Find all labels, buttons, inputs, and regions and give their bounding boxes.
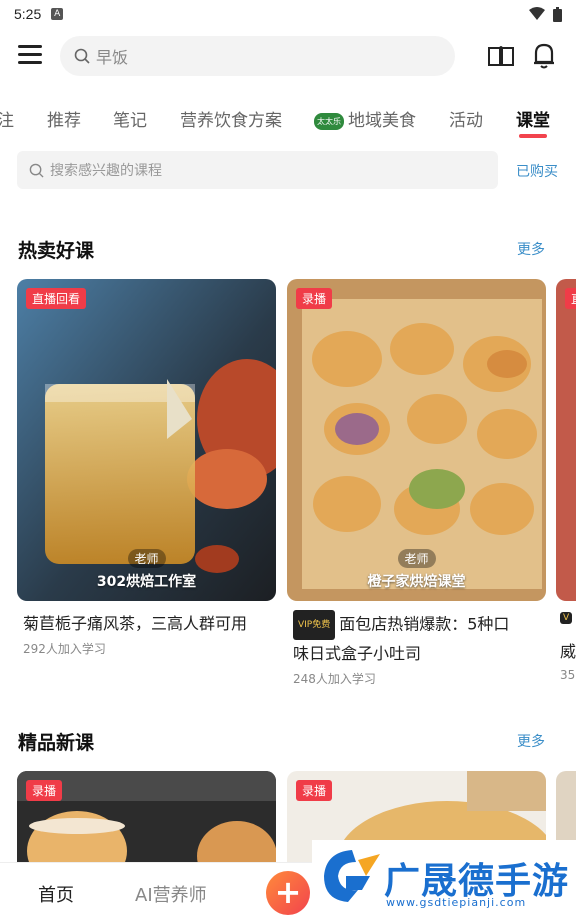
learner-count: 292人加入学习 [23,642,106,656]
tab-nutrition-plan[interactable]: 营养饮食方案 [180,106,282,131]
hot-courses-more[interactable]: 更多 [517,239,545,259]
menu-icon[interactable] [18,45,42,65]
search-placeholder: 早饭 [96,48,129,67]
course-card[interactable]: 直播回看 老师 302烘焙工作室 菊苣栀子痛风茶，三高人群可用 292人加入学习 [17,279,276,657]
teacher-badge: 老师 [397,549,436,568]
tab-notes[interactable]: 笔记 [113,106,147,131]
watermark-url: www.gsdtiepianji.com [386,896,527,909]
course-search-input[interactable]: 搜索感兴趣的课程 [17,151,498,189]
notification-a-icon: A [51,8,64,20]
learner-count: 248人加入学习 [293,672,376,686]
bell-icon[interactable] [532,42,556,70]
active-tab-indicator [519,134,547,138]
tab-classroom[interactable]: 课堂 [516,106,550,131]
book-icon[interactable] [487,44,515,68]
status-right [529,6,562,22]
course-title-line2: 味日式盒子小吐司 [293,644,422,663]
nav-ai-nutritionist[interactable]: AI营养师 [135,881,207,907]
category-tabs: 注 推荐 笔记 营养饮食方案 太太乐 地域美食 活动 课堂 [0,100,576,140]
wifi-icon [529,7,545,20]
nav-home[interactable]: 首页 [38,881,74,907]
tab-follow[interactable]: 注 [0,106,14,131]
partial-learners: 35 [560,668,576,682]
course-image: 直播回看 老师 302烘焙工作室 [17,279,276,601]
course-card-partial[interactable]: 直 [556,279,576,601]
course-title-line1: 面包店热销爆款：5种口 [339,614,510,634]
search-input[interactable]: 早饭 [60,36,455,76]
partial-title: 威 [560,642,576,661]
tab-regional-food[interactable]: 太太乐 地域美食 [314,106,416,131]
search-icon [29,163,44,178]
watermark-logo-icon [324,850,380,902]
purchased-link[interactable]: 已购买 [516,161,558,181]
course-title: VIP免费 面包店热销爆款：5种口 [287,610,546,640]
course-title: 菊苣栀子痛风茶，三高人群可用 [23,614,248,633]
course-image: 录播 [17,771,276,871]
new-courses-more[interactable]: 更多 [517,731,545,751]
status-bar: 5:25 A [0,0,576,28]
teacher-name: 橙子家烘焙课堂 [367,574,466,590]
search-icon [74,48,90,64]
tab-activity[interactable]: 活动 [449,106,483,131]
battery-icon [553,6,562,22]
live-replay-tag: 直播回看 [26,288,87,309]
new-courses-title: 精品新课 [18,732,95,754]
course-card[interactable]: 录播 [17,771,276,871]
teacher-badge: 老师 [127,549,166,568]
recorded-tag: 录播 [296,288,333,309]
hot-courses-title: 热卖好课 [18,240,95,262]
status-time: 5:25 [14,6,42,22]
course-search-placeholder: 搜索感兴趣的课程 [50,163,162,179]
teacher-name: 302烘焙工作室 [96,574,197,590]
vip-free-badge: VIP免费 [293,610,336,640]
recorded-tag: 录播 [296,780,333,801]
tab-recommend[interactable]: 推荐 [47,106,81,131]
watermark: 广晟德手游 www.gsdtiepianji.com [312,840,576,920]
taitaile-badge: 太太乐 [314,112,344,130]
course-image: 录播 老师 橙子家烘焙课堂 [287,279,546,601]
partial-tag: 直 [565,288,576,309]
course-card[interactable]: 录播 老师 橙子家烘焙课堂 VIP免费 面包店热销爆款：5种口 味日式盒子小吐司 … [287,279,546,687]
create-plus-button[interactable]: + [266,871,310,915]
recorded-tag: 录播 [26,780,63,801]
tab-regional-food-label: 地域美食 [348,111,416,131]
top-bar: 早饭 [0,36,576,78]
partial-vip-badge: V [560,612,573,624]
